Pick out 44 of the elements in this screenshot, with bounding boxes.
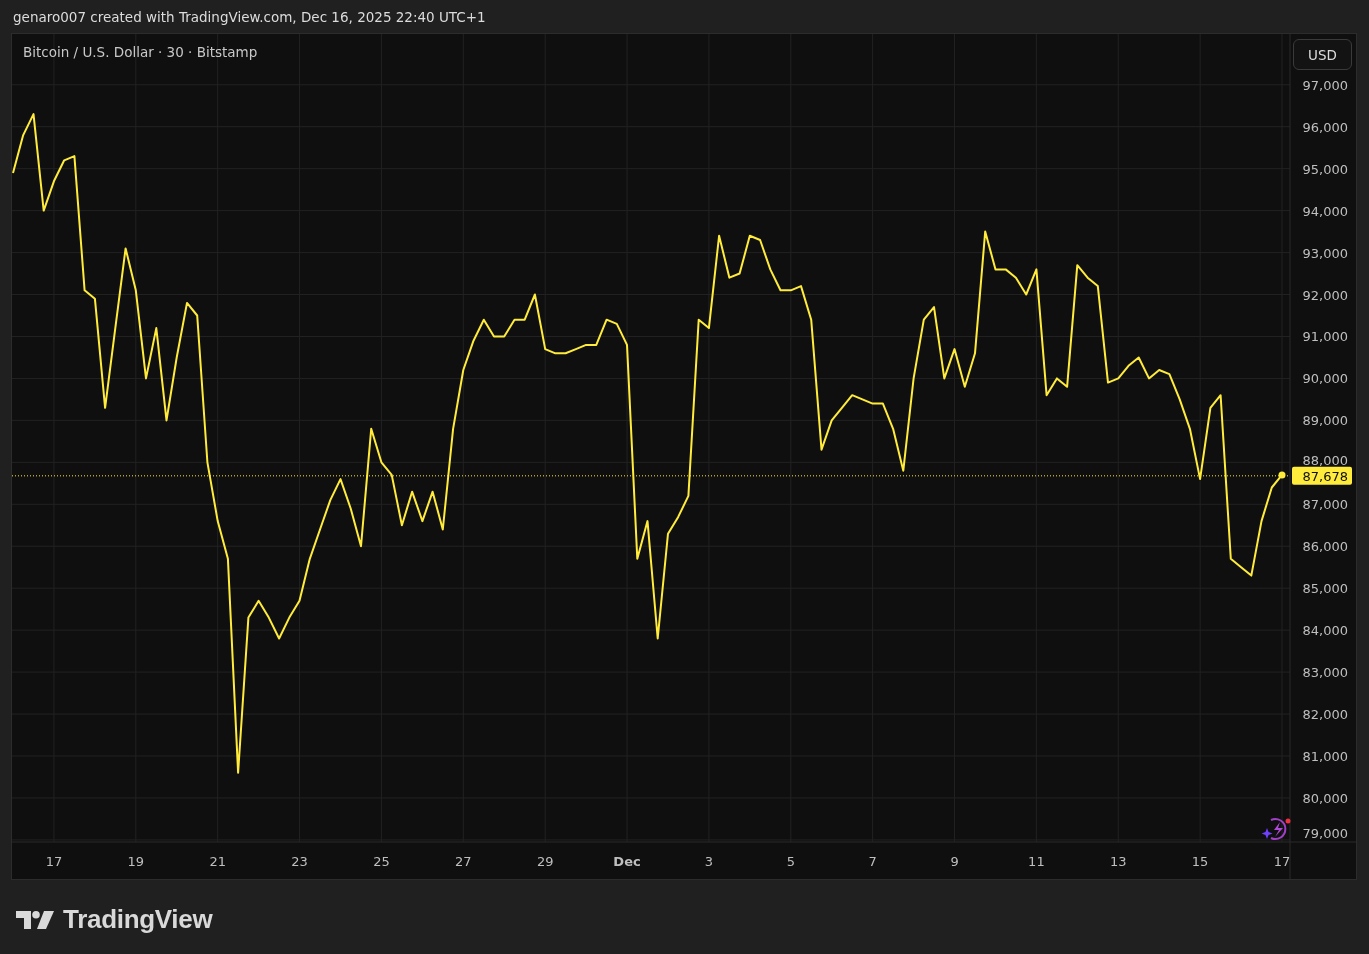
x-axis-label: Dec — [613, 854, 641, 869]
y-axis-label: 87,000 — [1302, 497, 1348, 513]
x-axis-label: 3 — [704, 854, 714, 869]
chart-title: Bitcoin / U.S. Dollar · 30 · Bitstamp — [23, 44, 258, 60]
current-price-tag: 87,678 — [1292, 466, 1352, 485]
y-axis-label: 79,000 — [1302, 826, 1348, 841]
y-axis-label: 88,000 — [1302, 452, 1348, 468]
y-axis-label: 95,000 — [1302, 161, 1348, 177]
x-axis-label: 15 — [1191, 854, 1209, 869]
x-axis-label: 21 — [209, 854, 226, 869]
y-axis-label: 90,000 — [1302, 371, 1348, 387]
y-axis-label: 81,000 — [1302, 749, 1348, 764]
ref-line-label: 87,678 — [1302, 468, 1348, 484]
last-point-marker — [1278, 471, 1286, 479]
y-axis-label: 80,000 — [1302, 790, 1348, 806]
logo-icon — [16, 910, 54, 929]
x-axis-label: 7 — [868, 854, 877, 869]
x-axis-label: 11 — [1028, 854, 1045, 869]
x-axis-label: 19 — [127, 854, 145, 869]
x-axis-label: 9 — [950, 854, 959, 869]
y-axis-label: 84,000 — [1302, 623, 1348, 639]
credit-text: genaro007 created with TradingView.com, Dec 16, 2025 22:40 UTC+1 — [13, 9, 486, 25]
x-axis-label: 5 — [786, 854, 795, 869]
y-axis-label: 91,000 — [1302, 329, 1348, 345]
y-axis-label: 96,000 — [1302, 119, 1348, 135]
x-axis-label: 23 — [291, 854, 308, 869]
y-axis-label: 93,000 — [1302, 245, 1348, 261]
y-axis-label: 85,000 — [1302, 581, 1348, 597]
x-axis-label: 17 — [1273, 854, 1291, 869]
y-axis-label: 89,000 — [1302, 413, 1348, 429]
y-axis-label: 86,000 — [1302, 539, 1348, 555]
lightning-icon[interactable] — [1261, 818, 1291, 840]
logo-text: TradingView — [63, 904, 213, 935]
x-axis-label: 29 — [536, 854, 554, 869]
y-axis-label: 97,000 — [1302, 77, 1348, 93]
y-axis-label: 83,000 — [1302, 665, 1348, 681]
y-axis-label: 94,000 — [1302, 203, 1348, 219]
y-axis-label: 82,000 — [1302, 707, 1348, 723]
x-axis-label: 25 — [373, 854, 390, 869]
y-axis-label: 92,000 — [1302, 287, 1348, 303]
x-axis-label: 27 — [455, 854, 472, 869]
x-axis-label: 13 — [1110, 854, 1127, 869]
x-axis-label: 17 — [45, 854, 63, 869]
currency-button[interactable]: USD — [1293, 39, 1352, 70]
